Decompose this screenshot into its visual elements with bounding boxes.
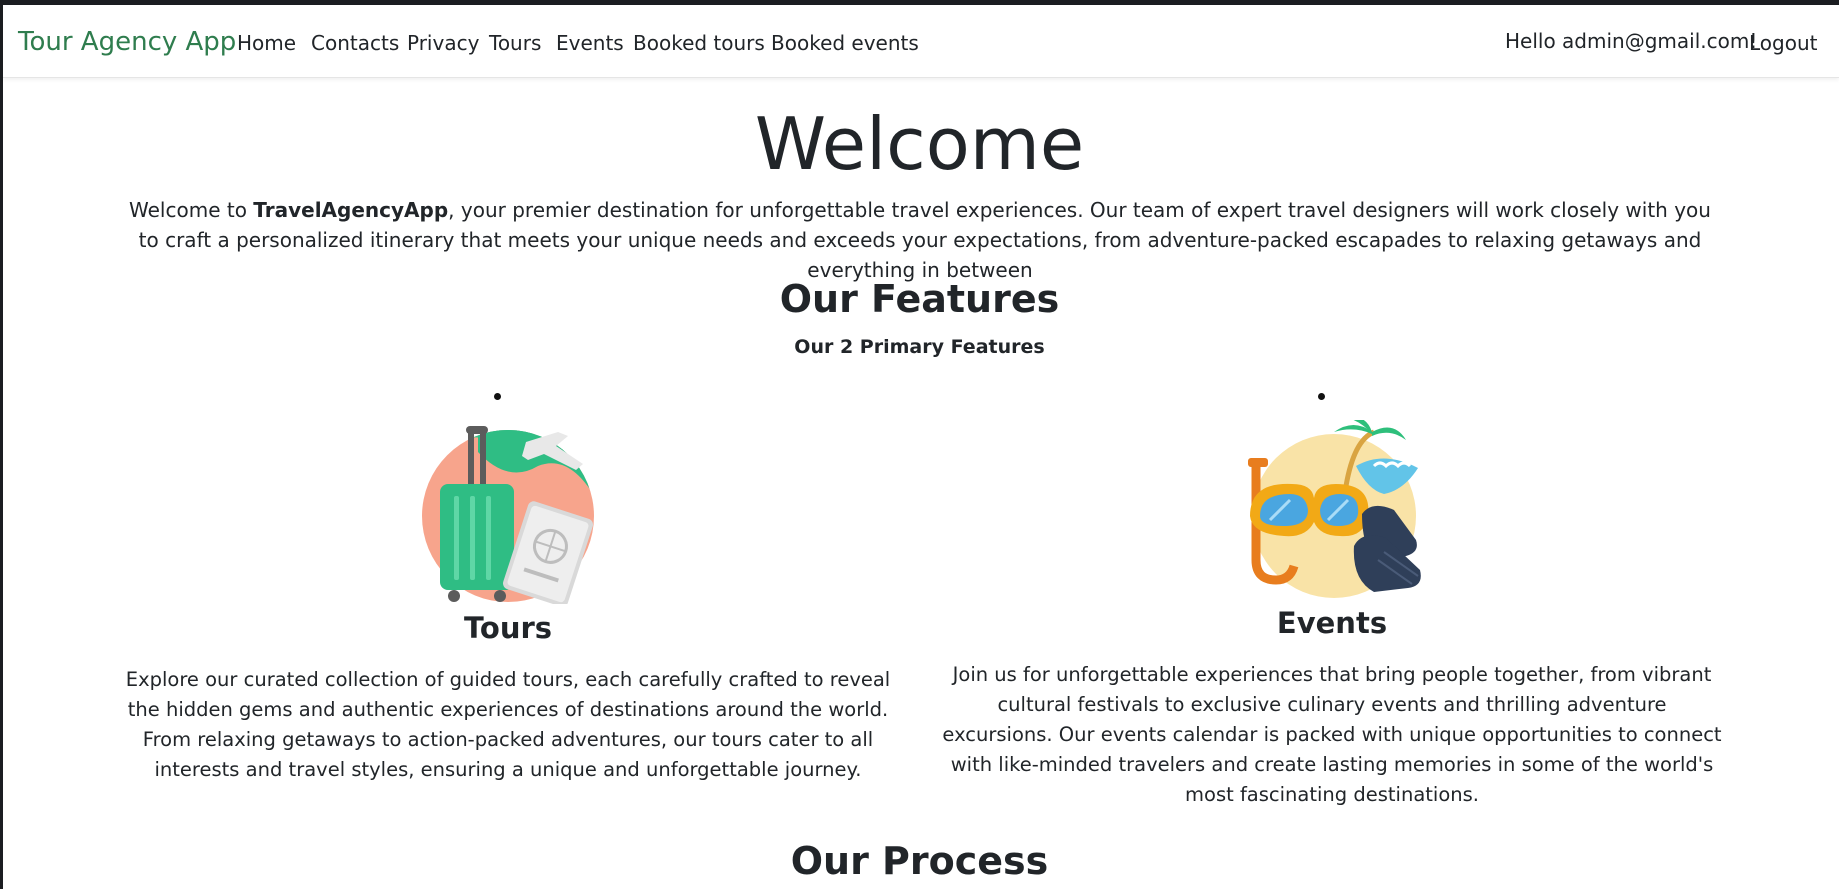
welcome-title: Welcome xyxy=(754,102,1085,186)
feature-description-tours: Explore our curated collection of guided… xyxy=(125,668,891,781)
logout-link[interactable]: Logout xyxy=(1749,31,1817,55)
nav-link-contacts[interactable]: Contacts xyxy=(311,31,399,55)
process-title: Our Process xyxy=(790,839,1049,883)
feature-description-events: Join us for unforgettable experiences th… xyxy=(942,663,1722,806)
nav-link-privacy[interactable]: Privacy xyxy=(407,31,479,55)
intro-paragraph: Welcome to TravelAgencyApp, your premier… xyxy=(120,195,1720,285)
nav-link-home[interactable]: Home xyxy=(237,31,296,55)
list-bullet xyxy=(1318,393,1325,400)
navbar-brand[interactable]: Tour Agency App xyxy=(18,27,236,57)
nav-link-booked-tours[interactable]: Booked tours xyxy=(633,31,765,55)
nav-link-events[interactable]: Events xyxy=(556,31,624,55)
intro-prefix: Welcome to xyxy=(129,198,254,222)
feature-title-events: Events xyxy=(1276,606,1388,640)
features-subtitle: Our 2 Primary Features xyxy=(794,336,1045,358)
intro-brand: TravelAgencyApp xyxy=(253,198,449,222)
nav-link-tours[interactable]: Tours xyxy=(489,31,541,55)
snorkel-beach-icon xyxy=(1248,420,1421,598)
luggage-travel-icon xyxy=(422,426,594,604)
navbar: Tour Agency App Home Contacts Privacy To… xyxy=(3,5,1839,78)
feature-title-tours: Tours xyxy=(463,611,553,645)
user-greeting[interactable]: Hello admin@gmail.com! xyxy=(1505,29,1757,53)
nav-link-booked-events[interactable]: Booked events xyxy=(771,31,919,55)
list-bullet xyxy=(494,393,501,400)
features-title: Our Features xyxy=(779,277,1060,321)
